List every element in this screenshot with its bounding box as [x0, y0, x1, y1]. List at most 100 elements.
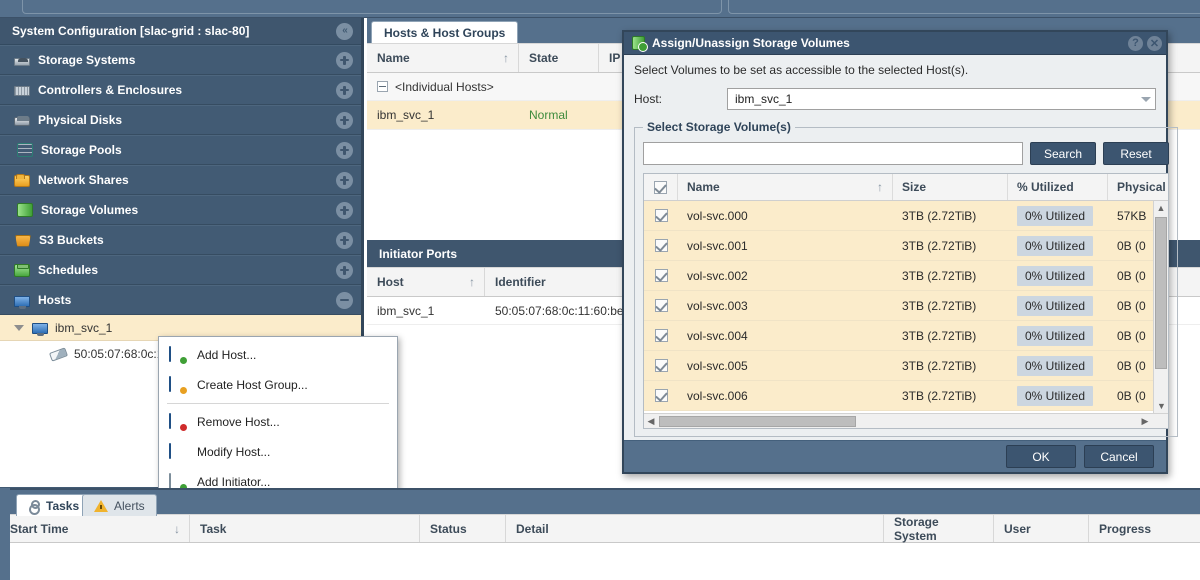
sidebar-item-schedules[interactable]: Schedules: [0, 255, 361, 285]
row-checkbox[interactable]: [654, 269, 668, 282]
menu-item-create-host-group[interactable]: Create Host Group...: [159, 370, 397, 400]
volume-name-cell: vol-svc.002: [687, 268, 748, 283]
row-checkbox[interactable]: [654, 389, 668, 402]
sidebar-item-storage-pools[interactable]: Storage Pools: [0, 135, 361, 165]
host-select[interactable]: ibm_svc_1: [727, 88, 1156, 110]
expand-icon[interactable]: [336, 81, 353, 99]
volume-name-cell: vol-svc.001: [687, 238, 748, 253]
storage-systems-icon: [14, 58, 30, 66]
scroll-up-icon[interactable]: ▲: [1154, 201, 1168, 215]
scroll-left-icon[interactable]: ◀: [644, 416, 658, 427]
column-header-status[interactable]: Status: [420, 515, 506, 542]
close-icon[interactable]: ✕: [1147, 35, 1162, 51]
column-header-initiator-host[interactable]: Host: [367, 268, 485, 296]
sidebar-item-storage-volumes[interactable]: Storage Volumes: [0, 195, 361, 225]
vertical-scroll-thumb[interactable]: [1155, 217, 1167, 369]
tab-label: Hosts & Host Groups: [384, 25, 506, 40]
expand-icon[interactable]: [336, 231, 353, 249]
collapse-box-icon[interactable]: [377, 81, 388, 92]
row-checkbox[interactable]: [654, 299, 668, 312]
row-checkbox[interactable]: [654, 209, 668, 222]
expand-icon[interactable]: [336, 111, 353, 129]
column-header-state-label: State: [529, 51, 559, 65]
collapse-icon[interactable]: [336, 291, 353, 309]
column-header-detail[interactable]: Detail: [506, 515, 884, 542]
select-all-header-cell[interactable]: [644, 174, 678, 200]
scroll-right-icon[interactable]: ▶: [1138, 416, 1152, 427]
column-header-state[interactable]: State: [519, 44, 599, 72]
row-checkbox[interactable]: [654, 329, 668, 342]
column-header-identifier-label: Identifier: [495, 275, 546, 289]
tab-tasks[interactable]: Tasks: [16, 494, 92, 516]
table-row[interactable]: vol-svc.003 3TB (2.72TiB) 0% Utilized 0B (0: [644, 291, 1168, 321]
volumes-horizontal-scrollbar[interactable]: ◀ ▶: [644, 413, 1168, 428]
expand-icon[interactable]: [336, 201, 353, 219]
column-header-size[interactable]: Size: [893, 174, 1008, 200]
sidebar-item-network-shares[interactable]: Network Shares: [0, 165, 361, 195]
table-row[interactable]: vol-svc.001 3TB (2.72TiB) 0% Utilized 0B (0: [644, 231, 1168, 261]
column-header-user[interactable]: User: [994, 515, 1089, 542]
sidebar-item-storage-systems[interactable]: Storage Systems: [0, 45, 361, 75]
assign-unassign-storage-volumes-dialog: Assign/Unassign Storage Volumes ? ✕ Sele…: [622, 30, 1178, 474]
row-checkbox-cell[interactable]: [644, 359, 678, 372]
table-row[interactable]: vol-svc.006 3TB (2.72TiB) 0% Utilized 0B (0: [644, 381, 1168, 411]
column-header-percent-utilized[interactable]: % Utilized: [1008, 174, 1108, 200]
expand-icon[interactable]: [336, 141, 353, 159]
tab-hosts-and-host-groups[interactable]: Hosts & Host Groups: [371, 21, 519, 43]
collapse-left-icon[interactable]: «: [336, 22, 353, 40]
search-input[interactable]: [643, 142, 1023, 165]
column-header-storage-system[interactable]: Storage System: [884, 515, 994, 543]
group-legend: Select Storage Volume(s): [647, 120, 791, 134]
help-icon[interactable]: ?: [1128, 35, 1143, 51]
row-checkbox-cell[interactable]: [644, 299, 678, 312]
column-header-initiator-host-label: Host: [377, 275, 404, 289]
ok-button[interactable]: OK: [1006, 445, 1076, 468]
column-header-task[interactable]: Task: [190, 515, 420, 542]
column-header-volume-name-label: Name: [687, 180, 720, 194]
row-checkbox-cell[interactable]: [644, 389, 678, 402]
column-header-volume-name[interactable]: Name: [678, 174, 893, 200]
sidebar-item-label: Storage Volumes: [41, 203, 139, 217]
column-header-name[interactable]: Name: [367, 44, 519, 72]
table-row[interactable]: vol-svc.004 3TB (2.72TiB) 0% Utilized 0B (0: [644, 321, 1168, 351]
row-checkbox[interactable]: [654, 239, 668, 252]
volume-size-cell: 3TB (2.72TiB): [902, 298, 977, 313]
menu-item-label: Remove Host...: [197, 415, 280, 429]
sidebar-item-controllers-enclosures[interactable]: Controllers & Enclosures: [0, 75, 361, 105]
table-row[interactable]: vol-svc.005 3TB (2.72TiB) 0% Utilized 0B (0: [644, 351, 1168, 381]
row-checkbox-cell[interactable]: [644, 269, 678, 282]
column-header-task-label: Task: [200, 521, 227, 536]
row-checkbox[interactable]: [654, 359, 668, 372]
menu-item-add-host[interactable]: Add Host...: [159, 340, 397, 370]
expand-icon[interactable]: [336, 51, 353, 69]
expand-icon[interactable]: [336, 171, 353, 189]
search-button[interactable]: Search: [1030, 142, 1096, 165]
menu-item-remove-host[interactable]: Remove Host...: [159, 407, 397, 437]
column-header-status-label: Status: [430, 521, 467, 536]
table-row[interactable]: vol-svc.002 3TB (2.72TiB) 0% Utilized 0B (0: [644, 261, 1168, 291]
sidebar-item-hosts[interactable]: Hosts: [0, 285, 361, 315]
volumes-vertical-scrollbar[interactable]: ▲ ▼: [1153, 201, 1168, 413]
chevron-down-icon[interactable]: [1141, 96, 1151, 102]
sidebar-item-physical-disks[interactable]: Physical Disks: [0, 105, 361, 135]
row-checkbox-cell[interactable]: [644, 329, 678, 342]
expand-icon[interactable]: [336, 261, 353, 279]
table-row[interactable]: vol-svc.000 3TB (2.72TiB) 0% Utilized 57KB: [644, 201, 1168, 231]
tab-alerts[interactable]: Alerts: [82, 494, 157, 516]
reset-button[interactable]: Reset: [1103, 142, 1169, 165]
sidebar-title: System Configuration [slac-grid : slac-8…: [12, 24, 250, 38]
cancel-button[interactable]: Cancel: [1084, 445, 1154, 468]
column-header-physical[interactable]: Physical: [1108, 174, 1168, 200]
row-checkbox-cell[interactable]: [644, 239, 678, 252]
horizontal-scroll-thumb[interactable]: [659, 416, 856, 427]
scroll-down-icon[interactable]: ▼: [1154, 399, 1168, 413]
menu-item-modify-host[interactable]: Modify Host...: [159, 437, 397, 467]
row-checkbox-cell[interactable]: [644, 209, 678, 222]
column-header-progress[interactable]: Progress: [1089, 515, 1200, 542]
sidebar-item-label: Controllers & Enclosures: [38, 83, 183, 97]
sidebar-item-s3-buckets[interactable]: S3 Buckets: [0, 225, 361, 255]
select-all-checkbox[interactable]: [654, 180, 667, 194]
storage-volumes-icon: [17, 203, 33, 217]
chevron-down-icon[interactable]: [14, 324, 24, 331]
column-header-start-time[interactable]: Start Time: [0, 515, 190, 542]
